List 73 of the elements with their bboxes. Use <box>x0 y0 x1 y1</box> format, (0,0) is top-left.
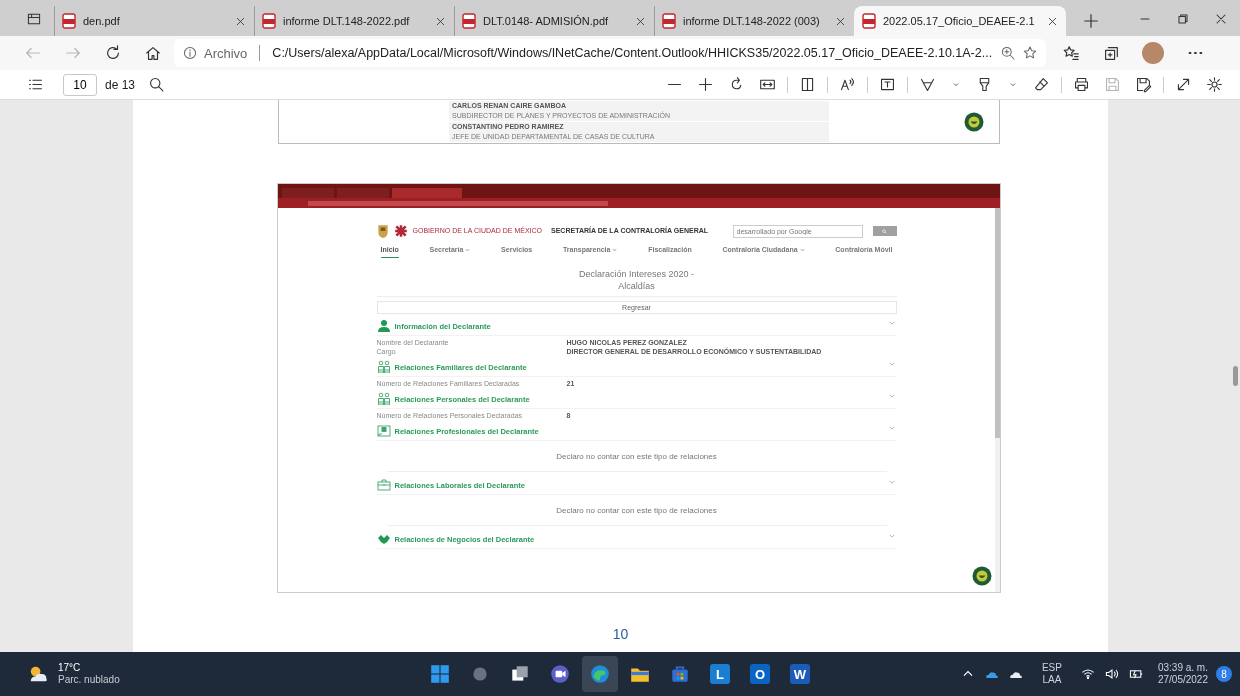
url-text: C:/Users/alexa/AppData/Local/Microsoft/Windows/INetCache/Content.Outlook/HHICKS35/2022.05.17_Oficio_DEAEE-2.10.1A-2... <box>272 46 994 60</box>
handshake-icon <box>376 532 391 546</box>
language-label[interactable]: ESP <box>1041 662 1062 674</box>
page-title: Declaración Intereses 2020 - <box>577 268 696 280</box>
people-icon <box>376 360 391 374</box>
collections-icon[interactable] <box>1102 44 1120 62</box>
address-field[interactable]: Archivo C:/Users/alexa/AppData/Local/Microsoft/Windows/INetCache/Content.Outlook/HHICKS35/2022.05.17_Oficio_DEAEE-2.10.1A-2... <box>174 39 1046 67</box>
refresh-icon[interactable] <box>104 44 122 62</box>
windows-logo-icon <box>429 663 451 685</box>
pdf-file-icon <box>862 13 876 29</box>
chevron-down-icon <box>888 426 895 430</box>
briefcase-icon <box>376 478 391 492</box>
pdf-file-icon <box>262 13 276 29</box>
info-icon <box>182 45 198 61</box>
add-favorite-icon[interactable] <box>1022 45 1038 61</box>
new-tab-icon[interactable] <box>1082 12 1100 30</box>
chat-icon <box>549 663 571 685</box>
empty-message: Declaro no contar con este tipo de relaciones <box>556 505 717 515</box>
text-box-icon[interactable] <box>879 76 896 93</box>
favorites-icon[interactable] <box>1062 44 1080 62</box>
search-button[interactable] <box>872 226 897 236</box>
scrollbar-thumb[interactable] <box>995 208 1000 438</box>
page-number-field[interactable]: 10 <box>63 73 97 96</box>
notification-badge[interactable]: 8 <box>1216 666 1232 682</box>
taskbar-app[interactable]: L <box>702 656 738 692</box>
save-as-icon[interactable] <box>1135 76 1152 93</box>
page-subtitle: Alcaldías <box>617 280 656 292</box>
draw-icon[interactable] <box>919 76 936 93</box>
pdf-file-icon <box>462 13 476 29</box>
chevron-down-icon <box>888 480 895 484</box>
search-icon[interactable] <box>148 76 166 93</box>
speaker-icon[interactable] <box>1103 666 1120 682</box>
clock-time[interactable]: 03:39 a. m. <box>1157 662 1208 674</box>
browser-tab[interactable]: 2022.05.17_Oficio_DEAEE-2.1 <box>854 6 1066 36</box>
home-icon[interactable] <box>144 44 162 62</box>
pdf-file-icon <box>662 13 676 29</box>
seal-icon <box>972 566 992 586</box>
page-view-icon[interactable] <box>799 76 816 93</box>
chevron-down-icon <box>888 394 895 398</box>
print-icon[interactable] <box>1073 76 1090 93</box>
chevron-down-icon <box>888 534 895 538</box>
profile-avatar[interactable] <box>1142 42 1164 64</box>
seal-icon <box>964 111 984 132</box>
temperature: 17°C <box>58 662 82 674</box>
people-icon <box>376 392 391 406</box>
person-icon <box>376 319 391 333</box>
settings-icon[interactable] <box>1206 76 1223 93</box>
scrollbar-thumb[interactable] <box>1232 366 1238 386</box>
tab-actions-icon[interactable] <box>26 11 42 27</box>
taskbar-app[interactable]: O <box>742 656 778 692</box>
clock-date[interactable]: 27/05/2022 <box>1157 674 1208 686</box>
eraser-icon[interactable] <box>1033 76 1050 93</box>
read-aloud-icon[interactable] <box>839 76 856 93</box>
security-label: Archivo <box>204 45 248 61</box>
page-number: 10 <box>612 626 629 642</box>
pdf-file-icon <box>62 13 76 29</box>
id-card-icon <box>376 424 391 438</box>
city-logo-icon <box>393 224 408 238</box>
page-count: de 13 <box>105 77 136 92</box>
restore-icon[interactable] <box>1175 11 1191 27</box>
keyboard-layout-label[interactable]: LAA <box>1042 674 1062 686</box>
wifi-icon[interactable] <box>1079 666 1096 682</box>
taskbar-app[interactable]: W <box>782 656 818 692</box>
chevron-down-icon <box>888 362 895 366</box>
zoom-icon[interactable] <box>1000 45 1016 61</box>
fullscreen-icon[interactable] <box>1175 76 1192 93</box>
zoom-in-icon[interactable] <box>697 76 714 93</box>
weather-condition: Parc. nublado <box>58 674 120 686</box>
coat-of-arms-icon <box>376 224 389 238</box>
empty-message: Declaro no contar con este tipo de relaciones <box>556 451 717 461</box>
chevron-down-icon <box>888 321 895 325</box>
search-icon <box>882 228 887 234</box>
browser-icon <box>589 663 611 685</box>
